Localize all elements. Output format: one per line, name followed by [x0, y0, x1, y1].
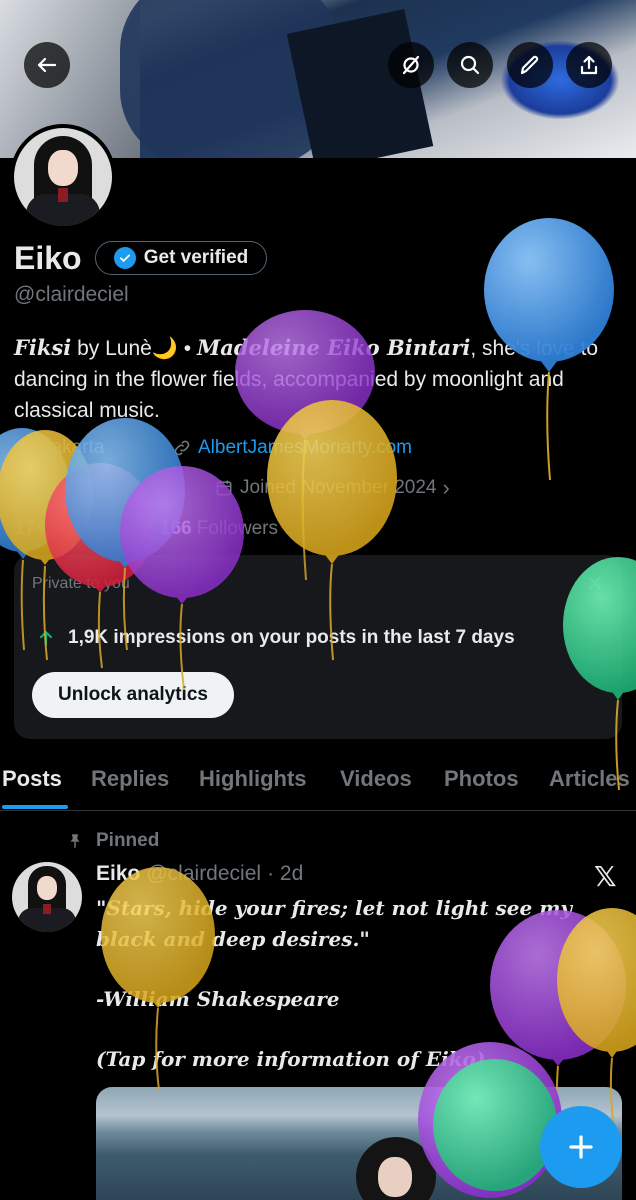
active-tab-indicator: [2, 805, 68, 809]
post-avatar[interactable]: [12, 862, 82, 932]
edit-icon: [520, 55, 539, 75]
location-pin-icon: [20, 440, 32, 457]
unlock-analytics-button[interactable]: Unlock analytics: [32, 672, 234, 718]
profile-tabs: Posts Replies Highlights Videos Photos A…: [0, 756, 636, 811]
arrow-left-icon: [37, 57, 57, 73]
compose-button[interactable]: [540, 1106, 622, 1188]
post-header: Eiko @clairdeciel · 2d: [96, 862, 303, 886]
tab-replies[interactable]: Replies: [91, 766, 169, 792]
private-label: Private to you: [32, 575, 130, 592]
post-text: "Stars, hide your fires; let not light s…: [96, 896, 572, 1071]
location-row: Jakarta: [16, 437, 104, 459]
pin-icon: [70, 834, 80, 848]
website-row[interactable]: AlbertJamesMoriarty.com: [172, 437, 412, 459]
tab-posts[interactable]: Posts: [2, 766, 62, 792]
location-text: Jakarta: [42, 437, 105, 458]
followers-count[interactable]: 166 Followers: [160, 518, 278, 540]
edit-button[interactable]: [507, 42, 553, 88]
post-author-name[interactable]: Eiko: [96, 862, 140, 886]
close-icon[interactable]: ✕: [586, 571, 604, 597]
following-count[interactable]: 174 Following: [14, 518, 131, 540]
analytics-card: Private to you ✕ 1,9K impressions on you…: [14, 555, 622, 739]
share-button[interactable]: [566, 42, 612, 88]
post-time: · 2d: [267, 862, 304, 885]
tab-photos[interactable]: Photos: [444, 766, 519, 792]
back-button[interactable]: [24, 42, 70, 88]
grok-icon: [402, 55, 420, 75]
arrow-up-icon: [39, 630, 53, 646]
chevron-right-icon: ›: [442, 475, 450, 500]
calendar-icon: [216, 480, 232, 496]
plus-icon: [569, 1135, 593, 1159]
search-button[interactable]: [447, 42, 493, 88]
verified-badge-icon: [113, 247, 136, 269]
link-icon: [174, 440, 190, 456]
tab-articles[interactable]: Articles: [549, 766, 630, 792]
avatar[interactable]: [10, 124, 116, 230]
joined-text: Joined November 2024: [240, 477, 437, 498]
get-verified-label: Get verified: [143, 247, 249, 268]
impressions-row: 1,9K impressions on your posts in the la…: [36, 627, 515, 649]
get-verified-button[interactable]: Get verified: [95, 241, 267, 275]
search-icon: [460, 55, 480, 75]
share-icon: [580, 55, 598, 75]
profile-bio: Fiksi by Lunè🌙 • Madeleine Eiko Bintari,…: [14, 335, 599, 422]
x-logo-icon: 𝕏: [594, 861, 617, 892]
profile-handle: @clairdeciel: [14, 283, 129, 306]
joined-row[interactable]: Joined November 2024 ›: [214, 475, 450, 501]
pinned-label-row: Pinned: [66, 830, 159, 852]
profile-name: Eiko: [14, 240, 82, 276]
grok-button[interactable]: [388, 42, 434, 88]
tab-highlights[interactable]: Highlights: [199, 766, 307, 792]
website-link[interactable]: AlbertJamesMoriarty.com: [198, 437, 412, 459]
post-author-handle: @clairdeciel: [146, 862, 262, 885]
tab-videos[interactable]: Videos: [340, 766, 412, 792]
